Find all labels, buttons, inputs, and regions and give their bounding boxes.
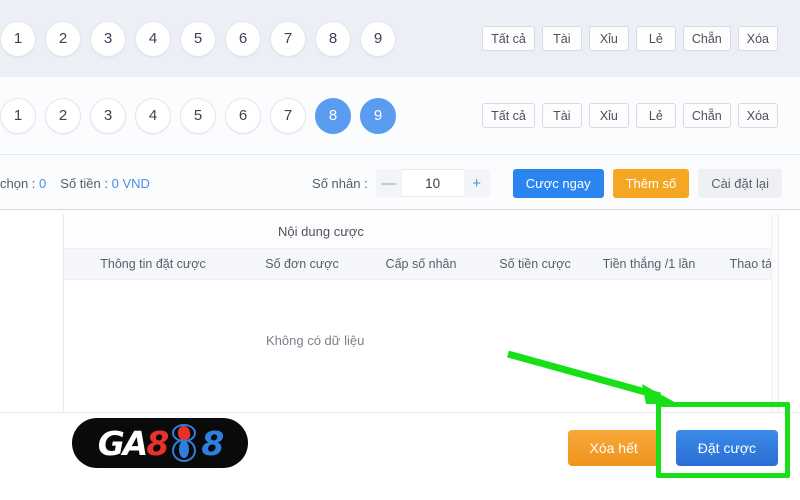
amount-group: Số tiền : 0 VND bbox=[60, 176, 150, 191]
number-ball-7[interactable]: 7 bbox=[270, 97, 306, 134]
number-ball-3[interactable]: 3 bbox=[90, 97, 126, 134]
number-ball-2[interactable]: 2 bbox=[45, 97, 81, 134]
logo-part-eight-red: 8 bbox=[146, 423, 169, 463]
quick-button-4[interactable]: Chẵn bbox=[682, 103, 731, 128]
quick-button-1[interactable]: Tài bbox=[541, 103, 582, 128]
column-header-3: Số tiền cược bbox=[499, 257, 571, 271]
number-ball-3[interactable]: 3 bbox=[90, 20, 126, 57]
panel-title: Nội dung cược bbox=[64, 214, 778, 248]
selected-count-value: 0 bbox=[39, 175, 47, 191]
quick-button-0[interactable]: Tất cả bbox=[482, 26, 535, 51]
betting-panel-screen: 123456789 Tất cả Tài Xỉu Lẻ Chẵn Xóa 12345678… bbox=[0, 0, 800, 500]
selected-count-label: chọn : bbox=[0, 175, 36, 191]
bet-content-panel: Nội dung cược Thông tin đặt cược Số đơn c… bbox=[63, 214, 779, 412]
number-ball-2[interactable]: 2 bbox=[45, 20, 81, 57]
add-number-button[interactable]: Thêm số bbox=[612, 168, 690, 198]
number-ball-4[interactable]: 4 bbox=[135, 97, 171, 134]
quick-select-group-second: Tất cả Tài Xỉu Lẻ Chẵn Xóa bbox=[475, 103, 778, 128]
number-ball-8[interactable]: 8 bbox=[315, 97, 351, 134]
quick-button-3[interactable]: Lẻ bbox=[635, 103, 676, 128]
number-ball-9[interactable]: 9 bbox=[360, 97, 396, 134]
multiplier-input[interactable] bbox=[401, 169, 464, 197]
number-ball-6[interactable]: 6 bbox=[225, 97, 261, 134]
logo-part-eight-blue: 8 bbox=[201, 423, 224, 463]
number-ball-1[interactable]: 1 bbox=[0, 20, 36, 57]
multiplier-stepper[interactable]: — + bbox=[375, 169, 490, 197]
bet-now-button[interactable]: Cược ngay bbox=[512, 168, 604, 198]
stepper-decrement-icon[interactable]: — bbox=[375, 169, 402, 197]
number-ball-9[interactable]: 9 bbox=[360, 20, 396, 57]
number-ball-7[interactable]: 7 bbox=[270, 20, 306, 57]
number-ball-5[interactable]: 5 bbox=[180, 97, 216, 134]
number-ball-4[interactable]: 4 bbox=[135, 20, 171, 57]
bet-actions: Số nhân : — + Cược ngay Thêm số Cài đặt … bbox=[312, 155, 782, 211]
column-header-2: Cấp số nhân bbox=[385, 257, 457, 271]
stepper-increment-icon[interactable]: + bbox=[463, 169, 490, 197]
number-ball-strip-top: 123456789 bbox=[0, 0, 405, 77]
amount-value: 0 VND bbox=[111, 175, 150, 191]
clear-all-button[interactable]: Xóa hết bbox=[567, 430, 660, 466]
ga888-logo-watermark: GA 8 8 bbox=[72, 418, 248, 468]
number-row-top: 123456789 Tất cả Tài Xỉu Lẻ Chẵn Xóa bbox=[0, 0, 800, 77]
quick-button-1[interactable]: Tài bbox=[541, 26, 582, 51]
column-header-5: Thao tác bbox=[729, 257, 779, 271]
footer-button-group: Xóa hết Đặt cược bbox=[552, 430, 778, 466]
quick-button-0[interactable]: Tất cả bbox=[482, 103, 535, 128]
quick-button-2[interactable]: Xỉu bbox=[588, 26, 629, 51]
quick-button-4[interactable]: Chẵn bbox=[682, 26, 731, 51]
footer-divider bbox=[0, 412, 800, 413]
table-column-header: Thông tin đặt cược Số đơn cược Cấp số nhân… bbox=[64, 248, 778, 280]
amount-label: Số tiền : bbox=[60, 175, 108, 191]
logo-part-ga: GA bbox=[97, 423, 149, 463]
logo-text: GA 8 8 bbox=[97, 423, 225, 463]
number-ball-1[interactable]: 1 bbox=[0, 97, 36, 134]
bet-toolbar: chọn : 0 Số tiền : 0 VND Số nhân : — + C… bbox=[0, 154, 800, 210]
logo-rooster-icon bbox=[167, 423, 201, 463]
table-empty-message: Không có dữ liệu bbox=[266, 332, 365, 348]
bet-summary: chọn : 0 Số tiền : 0 VND bbox=[0, 155, 164, 211]
place-bet-button[interactable]: Đặt cược bbox=[675, 430, 778, 466]
number-ball-8[interactable]: 8 bbox=[315, 20, 351, 57]
quick-button-2[interactable]: Xỉu bbox=[588, 103, 629, 128]
panel-scrollbar[interactable] bbox=[771, 214, 778, 412]
number-ball-strip-second: 123456789 bbox=[0, 77, 405, 154]
column-header-4: Tiền thắng /1 lần bbox=[602, 257, 696, 271]
quick-button-3[interactable]: Lẻ bbox=[635, 26, 676, 51]
quick-button-5[interactable]: Xóa bbox=[737, 103, 778, 128]
number-ball-5[interactable]: 5 bbox=[180, 20, 216, 57]
selected-count-group: chọn : 0 bbox=[0, 176, 46, 191]
column-header-0: Thông tin đặt cược bbox=[100, 257, 206, 271]
number-ball-6[interactable]: 6 bbox=[225, 20, 261, 57]
quick-button-5[interactable]: Xóa bbox=[737, 26, 778, 51]
reset-button[interactable]: Cài đặt lại bbox=[698, 168, 782, 198]
multiplier-label: Số nhân : bbox=[312, 175, 368, 191]
column-header-1: Số đơn cược bbox=[265, 257, 339, 271]
quick-select-group-top: Tất cả Tài Xỉu Lẻ Chẵn Xóa bbox=[475, 26, 778, 51]
number-row-second: 123456789 Tất cả Tài Xỉu Lẻ Chẵn Xóa bbox=[0, 77, 800, 154]
